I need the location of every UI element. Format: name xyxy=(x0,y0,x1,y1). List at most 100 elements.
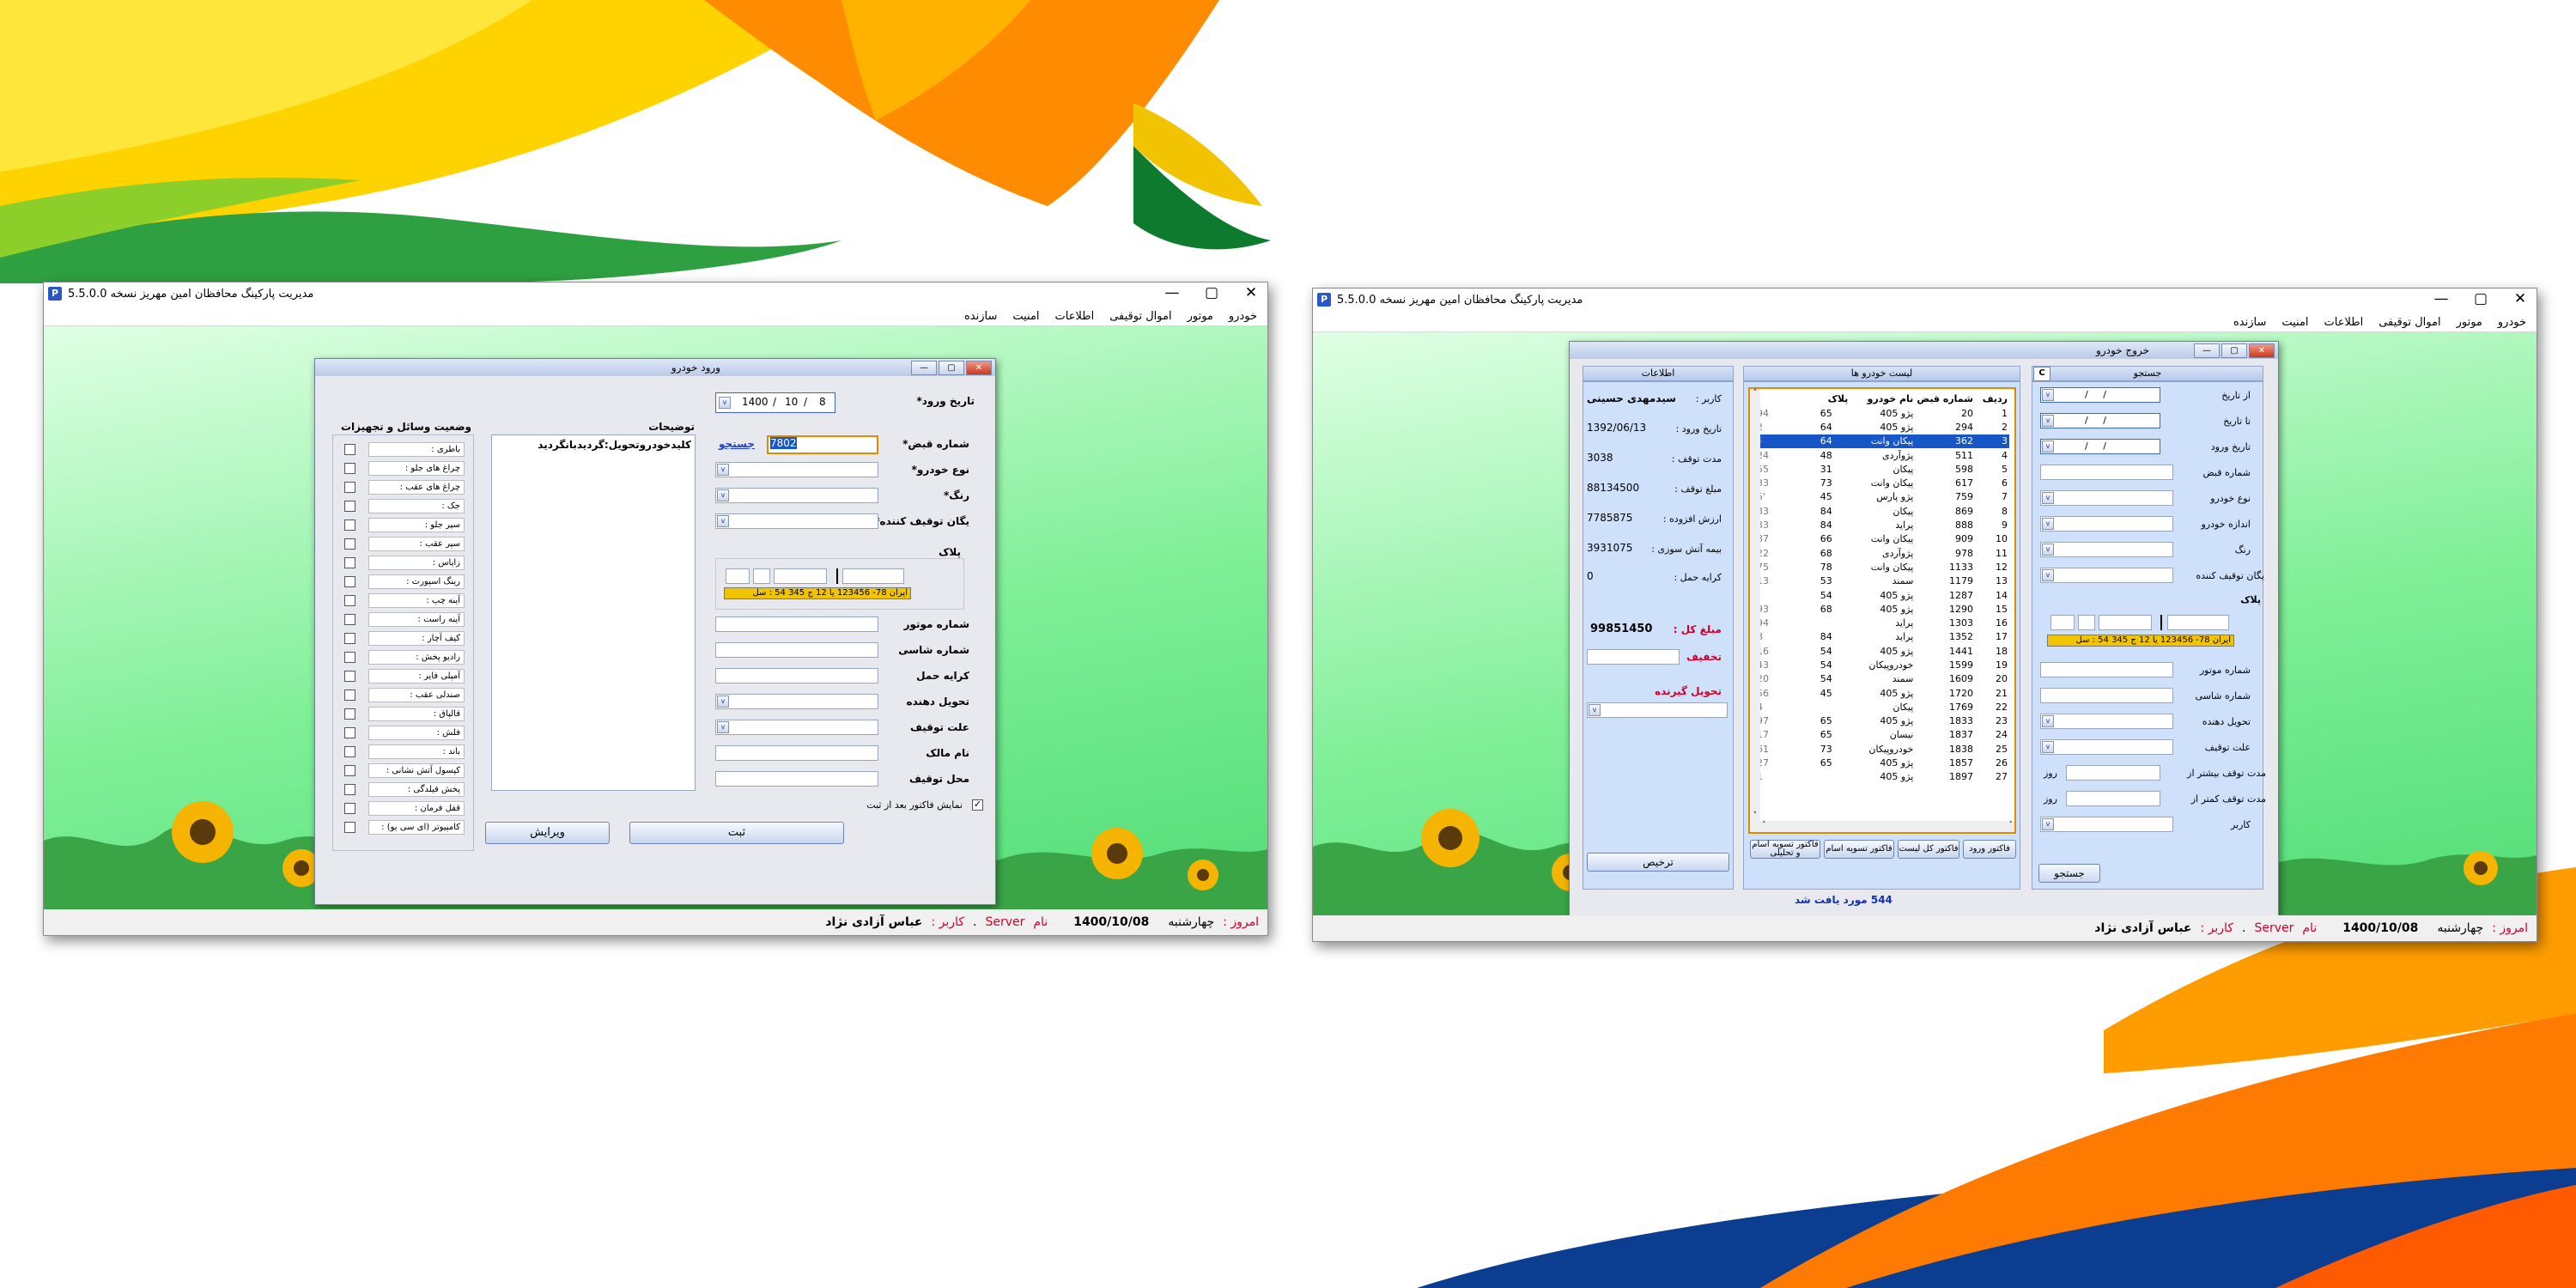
deliverer-select[interactable] xyxy=(715,694,878,709)
equipment-checkbox[interactable] xyxy=(344,519,355,531)
scroll-down-icon[interactable]: ˅ xyxy=(1750,811,1760,820)
equipment-checkbox[interactable] xyxy=(344,803,355,814)
seizing-unit-dropdown-icon[interactable]: v xyxy=(717,515,729,527)
table-row[interactable]: 15 1290 پژو 405 68 93 xyxy=(1755,602,2009,616)
entry-date-picker[interactable]: v 1400 / 10 / 8 xyxy=(715,392,835,413)
invoice-entry-button[interactable]: فاکتور ورود xyxy=(1963,840,2016,859)
equipment-item[interactable]: چراغ های عقب : xyxy=(337,480,471,495)
col-plate[interactable]: پلاک xyxy=(1755,391,1850,406)
equipment-item[interactable]: باند : xyxy=(337,744,471,760)
menu-information[interactable]: اطلاعات xyxy=(2324,316,2364,329)
equipment-item[interactable]: فلش : xyxy=(337,726,471,741)
invoice-settlement-temp-button[interactable]: فاکتور تسویه اسام و تحلیلی xyxy=(1750,840,1820,859)
chassis-input[interactable] xyxy=(2040,688,2173,703)
equipment-checkbox[interactable] xyxy=(344,671,355,682)
table-row[interactable]: 4 511 پژوآردی 48 24 xyxy=(1755,448,2009,462)
minimize-button[interactable]: — xyxy=(2433,290,2449,307)
deliverer-select[interactable] xyxy=(2040,714,2173,729)
date-day[interactable]: 8 xyxy=(819,396,826,408)
save-button[interactable]: ثبت xyxy=(629,822,844,844)
col-receipt[interactable]: شماره قبض xyxy=(1915,391,1975,406)
receipt-input[interactable]: 7802 xyxy=(767,435,878,454)
stay-less-input[interactable] xyxy=(2066,791,2160,806)
title-bar[interactable]: P مدیریت پارکینگ محافظان امین مهریز نسخه… xyxy=(1313,289,2537,313)
equipment-checkbox[interactable] xyxy=(344,614,355,625)
table-row[interactable]: 11 978 پژوآردی 68 22 xyxy=(1755,546,2009,560)
equipment-checkbox[interactable] xyxy=(344,538,355,550)
user-filter-select[interactable] xyxy=(2040,817,2173,832)
color-select[interactable] xyxy=(2040,542,2173,557)
color-dropdown-icon[interactable]: v xyxy=(2042,544,2054,556)
color-select[interactable] xyxy=(715,488,878,503)
plate-part-3[interactable] xyxy=(2099,615,2152,630)
entry-date-dropdown-icon[interactable]: v xyxy=(2042,440,2054,453)
table-row[interactable]: 3362پیکان وانت645 xyxy=(1755,434,2009,448)
menu-seized-property[interactable]: اموال توقیفی xyxy=(1109,310,1171,323)
table-row[interactable]: 19 1599 خودروپیکان 54 43 xyxy=(1755,658,2009,671)
vertical-scrollbar[interactable]: ˄ ˅ xyxy=(1750,389,1760,832)
table-row[interactable]: 20 1609 سمند 54 20 xyxy=(1755,672,2009,686)
equipment-checkbox[interactable] xyxy=(344,444,355,455)
menu-vehicle[interactable]: خودرو xyxy=(2498,316,2526,329)
reason-dropdown-icon[interactable]: v xyxy=(717,721,729,733)
equipment-checkbox[interactable] xyxy=(344,633,355,644)
equipment-item[interactable]: چراغ های جلو : xyxy=(337,461,471,477)
equipment-item[interactable]: کپسول آتش نشانی : xyxy=(337,763,471,779)
vehicle-type-dropdown-icon[interactable]: v xyxy=(717,464,729,476)
plate-part-1[interactable] xyxy=(726,568,750,584)
table-row[interactable]: 21 1720 پژو 405 45 56 xyxy=(1755,686,2009,700)
menu-seized-property[interactable]: اموال توقیفی xyxy=(2379,316,2440,329)
dialog-minimize-button[interactable]: — xyxy=(2194,343,2220,358)
plate-part-3[interactable] xyxy=(774,568,827,584)
menu-security[interactable]: امنیت xyxy=(1012,310,1039,323)
table-row[interactable]: 24 1837 نیسان 65 17 xyxy=(1755,728,2009,742)
location-input[interactable] xyxy=(715,771,878,787)
table-row[interactable]: 12 1133 پیکان وانت 78 75 xyxy=(1755,560,2009,574)
title-bar[interactable]: P مدیریت پارکینگ محافظان امین مهریز نسخه… xyxy=(44,283,1267,307)
receiver-select[interactable] xyxy=(1587,702,1728,718)
menu-information[interactable]: اطلاعات xyxy=(1055,310,1095,323)
reason-select[interactable] xyxy=(715,720,878,735)
reset-button[interactable]: C xyxy=(2033,367,2050,381)
table-row[interactable]: 5 598 پیکان 31 55 xyxy=(1755,462,2009,476)
table-row[interactable]: 13 1179 سمند 53 13 xyxy=(1755,574,2009,588)
scroll-up-icon[interactable]: ˄ xyxy=(1750,389,1760,398)
vehicle-type-dropdown-icon[interactable]: v xyxy=(2042,492,2054,504)
date-dropdown-icon[interactable]: v xyxy=(719,397,731,409)
invoice-settlement-button[interactable]: فاکتور تسویه اسام xyxy=(1824,840,1894,859)
equipment-checkbox[interactable] xyxy=(344,576,355,587)
seizing-unit-select[interactable] xyxy=(2040,568,2173,583)
maximize-button[interactable]: ▢ xyxy=(1204,284,1219,301)
equipment-item[interactable]: کیف آچار : xyxy=(337,631,471,647)
receiver-dropdown-icon[interactable]: v xyxy=(1589,704,1601,716)
scroll-right-icon[interactable]: ˃ xyxy=(2009,821,2014,829)
date-month[interactable]: 10 xyxy=(785,396,798,408)
table-row[interactable]: 14 1287 پژو 405 54 ' xyxy=(1755,588,2009,602)
table-row[interactable]: 7 759 پژو پارس 45 '5 xyxy=(1755,490,2009,504)
table-row[interactable]: 17 1352 پراید 84 8 xyxy=(1755,630,2009,644)
receipt-search-link[interactable]: جستجو xyxy=(719,438,755,450)
dialog-title-bar[interactable]: ورود خودرو — ▢ ✕ xyxy=(315,359,995,376)
chassis-input[interactable] xyxy=(715,642,878,658)
show-invoice-checkbox[interactable]: ✓ xyxy=(972,799,983,811)
table-row[interactable]: 8 869 پیکان 84 33 xyxy=(1755,504,2009,518)
seizing-unit-select[interactable] xyxy=(715,513,878,529)
equipment-checkbox[interactable] xyxy=(344,463,355,474)
plate-part-2[interactable] xyxy=(2078,615,2095,630)
horizontal-scrollbar[interactable]: ˂ ˃ xyxy=(1760,821,2014,832)
menu-about[interactable]: سازنده xyxy=(2233,316,2266,329)
vehicle-type-select[interactable] xyxy=(2040,490,2173,506)
equipment-item[interactable]: آمپلی فایر : xyxy=(337,669,471,684)
table-row[interactable]: 26 1857 پژو 405 65 27 xyxy=(1755,756,2009,769)
equipment-checkbox[interactable] xyxy=(344,557,355,568)
table-row[interactable]: 16 1303 پراید 94 xyxy=(1755,616,2009,629)
engine-input[interactable] xyxy=(715,617,878,632)
menu-motorcycle[interactable]: موتور xyxy=(1188,310,1213,323)
dialog-close-button[interactable]: ✕ xyxy=(2249,343,2275,358)
menu-about[interactable]: سازنده xyxy=(964,310,997,323)
dialog-minimize-button[interactable]: — xyxy=(911,361,937,375)
dialog-maximize-button[interactable]: ▢ xyxy=(2221,343,2247,358)
seizing-unit-dropdown-icon[interactable]: v xyxy=(2042,569,2054,581)
close-button[interactable]: ✕ xyxy=(2512,290,2528,307)
equipment-item[interactable]: سپر جلو : xyxy=(337,518,471,533)
